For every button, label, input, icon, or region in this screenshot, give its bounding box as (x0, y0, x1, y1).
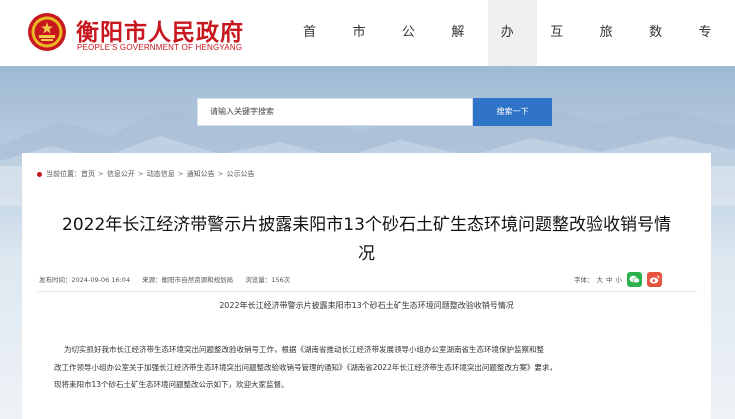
location-pin-icon (37, 171, 42, 177)
main-nav: 首页 市情 公开 解读 办事 互动 旅游 数据 专题 (290, 0, 735, 106)
breadcrumb-separator: > (98, 170, 104, 178)
nav-interact[interactable]: 互动 (537, 0, 586, 106)
nav-interpret[interactable]: 解读 (438, 0, 487, 106)
nav-travel[interactable]: 旅游 (587, 0, 636, 106)
article-source: 来源：衡阳市自然资源和规划局 (142, 276, 234, 284)
article-meta: 发布时间：2024-09-06 16:04 来源：衡阳市自然资源和规划局 浏览量… (39, 274, 300, 284)
breadcrumb: 当前位置： 首页 > 信息公开 > 动态信息 > 通知公告 > 公示公告 (37, 169, 255, 179)
nav-open[interactable]: 公开 (389, 0, 438, 106)
view-count: 浏览量：156次 (245, 276, 291, 284)
article-body: 为切实抓好我市长江经济带生态环境突出问题整改验收销号工作，根据《湖南省推动长江经… (54, 341, 684, 394)
breadcrumb-dynamic-info[interactable]: 动态信息 (147, 169, 175, 179)
site-title[interactable]: 衡阳市人民政府 (76, 13, 244, 47)
nav-data[interactable]: 数据 (636, 0, 685, 106)
body-line-1: 为切实抓好我市长江经济带生态环境突出问题整改验收销号工作，根据《湖南省推动长江经… (64, 345, 544, 354)
breadcrumb-announcements[interactable]: 公示公告 (227, 169, 255, 179)
font-size-medium[interactable]: 中 (606, 274, 613, 284)
nav-topics[interactable]: 专题 (686, 0, 735, 106)
wechat-icon[interactable] (627, 271, 642, 287)
breadcrumb-home[interactable]: 首页 (81, 169, 95, 179)
divider (37, 291, 697, 292)
body-line-3: 现将耒阳市13个砂石土矿生态环境问题整改公示如下，欢迎大家监督。 (54, 380, 289, 389)
weibo-icon[interactable] (647, 271, 662, 287)
national-emblem-icon[interactable] (27, 12, 67, 52)
search-button[interactable]: 搜索一下 (473, 98, 552, 126)
article-title-line2: 况 (358, 244, 375, 264)
breadcrumb-info-open[interactable]: 信息公开 (107, 169, 135, 179)
article-tools: 字体： 大 中 小 (574, 269, 662, 289)
breadcrumb-separator: > (177, 170, 184, 178)
publish-time: 发布时间：2024-09-06 16:04 (39, 276, 131, 284)
breadcrumb-separator: > (217, 170, 224, 178)
font-size-small[interactable]: 小 (616, 274, 623, 284)
body-line-2: 改工作领导小组办公室关于加强长江经济带生态环境突出问题整改验收销号管理的通知》《… (54, 362, 557, 372)
search-input[interactable]: 请输入关键字搜索 (197, 98, 473, 126)
breadcrumb-notices[interactable]: 通知公告 (187, 169, 215, 179)
nav-home[interactable]: 首页 (290, 0, 339, 106)
article-title-line1: 2022年长江经济带警示片披露耒阳市13个砂石土矿生态环境问题整改验收销号情 (62, 215, 671, 235)
site-header: 衡阳市人民政府 PEOPLE'S GOVERNMENT OF HENGYANG … (0, 0, 735, 106)
search-placeholder: 请输入关键字搜索 (210, 107, 274, 116)
font-size-label: 字体： (574, 276, 594, 284)
article-card: 当前位置： 首页 > 信息公开 > 动态信息 > 通知公告 > 公示公告 202… (22, 153, 711, 419)
article-subtitle: 2022年长江经济带警示片披露耒阳市13个砂石土矿生态环境问题整改验收销号情况 (219, 301, 514, 310)
site-title-en: PEOPLE'S GOVERNMENT OF HENGYANG (77, 43, 243, 52)
breadcrumb-prefix: 当前位置： (46, 170, 81, 178)
nav-services[interactable]: 办事 (487, 0, 538, 106)
nav-city[interactable]: 市情 (339, 0, 388, 106)
font-size-large[interactable]: 大 (597, 274, 604, 284)
breadcrumb-separator: > (137, 170, 144, 178)
